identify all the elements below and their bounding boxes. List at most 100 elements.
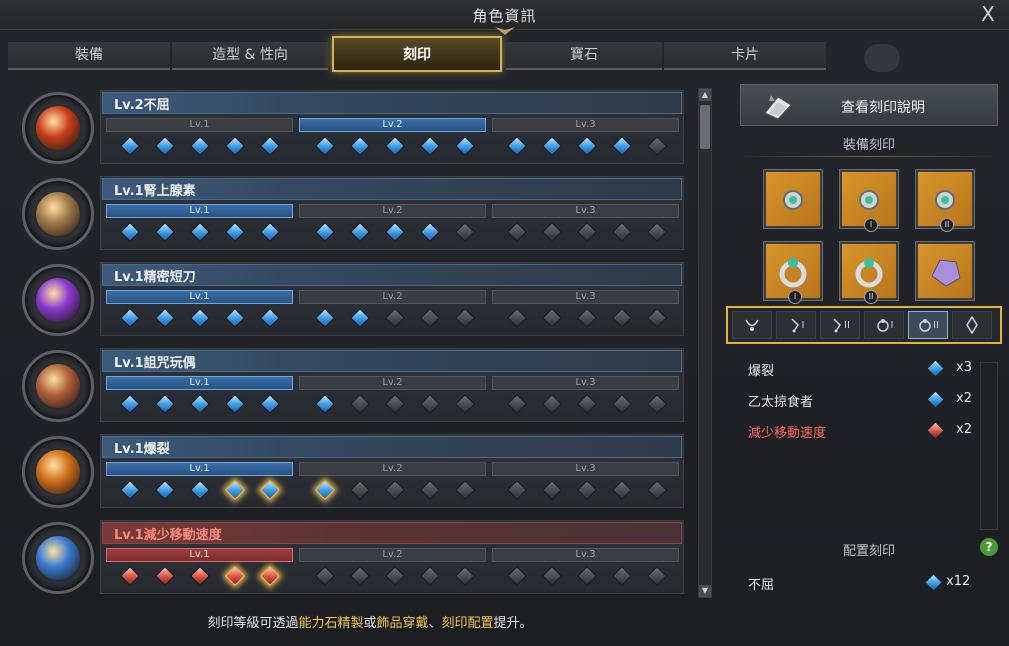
filter-ability-stone[interactable] xyxy=(952,311,992,339)
configured-engraving-count: x12 xyxy=(946,574,971,589)
engraving-card[interactable]: Lv.1詛咒玩偶 Lv.1 Lv.2 Lv.3 xyxy=(18,346,686,426)
earring-2-slot[interactable]: II xyxy=(915,169,975,232)
precise-dagger-engraving-icon xyxy=(18,260,98,340)
engraving-card[interactable]: Lv.1腎上腺素 Lv.1 Lv.2 Lv.3 xyxy=(18,174,686,254)
tab-equipment[interactable]: 裝備 xyxy=(8,42,170,70)
filter-tier-label: I xyxy=(801,320,805,331)
filter-earring-2[interactable]: II xyxy=(820,311,860,339)
engraving-level-label: Lv.3 xyxy=(492,548,679,562)
engraving-name: Lv.1爆裂 xyxy=(114,442,170,457)
slot-tier-badge: I xyxy=(788,290,802,304)
equipped-engravings-title: 裝備刻印 xyxy=(842,138,895,153)
tab-engraving[interactable]: 刻印 xyxy=(332,36,502,72)
engraving-level-label: Lv.1 xyxy=(106,290,293,304)
engraving-level-label: Lv.3 xyxy=(492,118,679,132)
tab-bar: 裝備 造型 & 性向 刻印 寶石 卡片 xyxy=(8,36,826,72)
filter-earring-1[interactable]: I xyxy=(776,311,816,339)
footer-text-1: 刻印等級可透過 xyxy=(207,616,299,631)
earring-icon xyxy=(833,318,842,333)
engraving-level-label: Lv.1 xyxy=(106,204,293,218)
ability-stone-slot[interactable] xyxy=(915,241,975,301)
engraving-level-label: Lv.1 xyxy=(106,118,293,132)
footer-hint: 刻印等級可透過能力石精製或飾品穿戴、刻印配置提升。 xyxy=(0,612,740,631)
ability-stone-icon xyxy=(931,259,961,287)
engraving-card[interactable]: Lv.1精密短刀 Lv.1 Lv.2 Lv.3 xyxy=(18,260,686,340)
engraving-name-bar xyxy=(102,436,682,458)
ability-stone-icon xyxy=(966,315,978,335)
blue-gem-icon xyxy=(927,391,944,408)
engraving-level-label: Lv.1 xyxy=(106,376,293,390)
burst-engraving-icon xyxy=(18,432,98,512)
engraving-effect-row: 減少移動速度 x2 xyxy=(748,422,978,442)
character-info-window: 角色資訊 X 裝備 造型 & 性向 刻印 寶石 卡片 Lv.2不屈 Lv.1 Lv.… xyxy=(0,0,1009,646)
close-button[interactable]: X xyxy=(977,3,999,25)
tab-cards[interactable]: 卡片 xyxy=(664,42,826,70)
blue-gem-icon xyxy=(925,574,942,591)
footer-text-2: 或 xyxy=(363,616,377,631)
engraving-level-label: Lv.3 xyxy=(492,204,679,218)
equipped-engravings-divider xyxy=(736,156,1002,157)
filter-necklace[interactable] xyxy=(732,311,772,339)
ring-icon xyxy=(779,258,807,288)
engraving-name: Lv.1腎上腺素 xyxy=(114,184,196,199)
slot-tier-badge: I xyxy=(864,218,878,232)
blue-gem-icon xyxy=(927,360,944,377)
engraving-level-label: Lv.2 xyxy=(299,462,486,476)
tab-gems[interactable]: 寶石 xyxy=(506,42,662,70)
earring-1-slot[interactable]: I xyxy=(839,169,899,232)
engraving-effect-name: 乙太掠食者 xyxy=(748,395,814,410)
configured-engraving-row: 不屈 x12 xyxy=(748,574,978,594)
engraving-level-label: Lv.3 xyxy=(492,376,679,390)
scroll-down-arrow-icon[interactable]: ▼ xyxy=(699,585,711,597)
engraving-level-label: Lv.2 xyxy=(299,204,486,218)
footer-highlight-accessory: 飾品穿戴 xyxy=(376,616,429,631)
engraving-effect-count: x2 xyxy=(956,391,972,406)
filter-tier-label: II xyxy=(933,320,939,331)
filter-ring-1[interactable]: I xyxy=(864,311,904,339)
adrenaline-engraving-icon xyxy=(18,174,98,254)
filter-tier-label: I xyxy=(890,320,894,331)
book-icon xyxy=(764,95,792,120)
slot-tier-badge: II xyxy=(864,290,878,304)
engraving-effect-count: x2 xyxy=(956,422,972,437)
engraving-name: Lv.1詛咒玩偶 xyxy=(114,356,196,371)
earring-icon xyxy=(790,318,799,333)
engraving-card[interactable]: Lv.1爆裂 Lv.1 Lv.2 Lv.3 xyxy=(18,432,686,512)
view-engraving-description-button[interactable]: 查看刻印說明 xyxy=(740,84,998,126)
necklace-slot[interactable] xyxy=(763,169,823,229)
unyielding-engraving-icon xyxy=(18,88,98,168)
engraving-level-label: Lv.2 xyxy=(299,290,486,304)
scroll-up-arrow-icon[interactable]: ▲ xyxy=(699,89,711,101)
engraving-effect-name: 爆裂 xyxy=(748,364,775,379)
filter-tier-label: II xyxy=(844,320,850,331)
ring-icon xyxy=(855,258,883,288)
tab-appearance-tendency[interactable]: 造型 & 性向 xyxy=(172,42,328,70)
engraving-name: Lv.1減少移動速度 xyxy=(114,528,222,543)
accessory-filter-bar: I II I II xyxy=(726,306,1002,344)
effect-list-scrollbar[interactable] xyxy=(980,362,998,530)
necklace-icon xyxy=(783,190,803,210)
scroll-thumb[interactable] xyxy=(700,105,710,149)
engraving-level-label: Lv.2 xyxy=(299,118,486,132)
engraving-list-scrollbar[interactable]: ▲ ▼ xyxy=(698,88,712,598)
engraving-card[interactable]: Lv.2不屈 Lv.1 Lv.2 Lv.3 xyxy=(18,88,686,168)
ring-1-slot[interactable]: I xyxy=(763,241,823,304)
footer-highlight-ability-stone: 能力石精製 xyxy=(298,616,364,631)
ring-2-slot[interactable]: II xyxy=(839,241,899,304)
engraving-level-label: Lv.3 xyxy=(492,462,679,476)
view-engraving-description-label: 查看刻印說明 xyxy=(841,100,925,116)
engraving-card[interactable]: Lv.1減少移動速度 Lv.1 Lv.2 Lv.3 xyxy=(18,518,686,598)
engraving-effect-name: 減少移動速度 xyxy=(748,426,827,441)
engraving-effect-row: 乙太掠食者 x2 xyxy=(748,391,978,411)
help-icon[interactable]: ? xyxy=(980,538,998,556)
cursed-doll-engraving-icon xyxy=(18,346,98,426)
filter-ring-2[interactable]: II xyxy=(908,311,948,339)
engraving-name-bar xyxy=(102,92,682,114)
red-gem-icon xyxy=(927,422,944,439)
engraving-level-label: Lv.3 xyxy=(492,290,679,304)
chat-bubble-icon[interactable] xyxy=(864,44,900,72)
engraving-effect-row: 爆裂 x3 xyxy=(748,360,978,380)
engraving-level-label: Lv.1 xyxy=(106,548,293,562)
engraving-effect-count: x3 xyxy=(956,360,972,375)
engraving-name: Lv.1精密短刀 xyxy=(114,270,196,285)
